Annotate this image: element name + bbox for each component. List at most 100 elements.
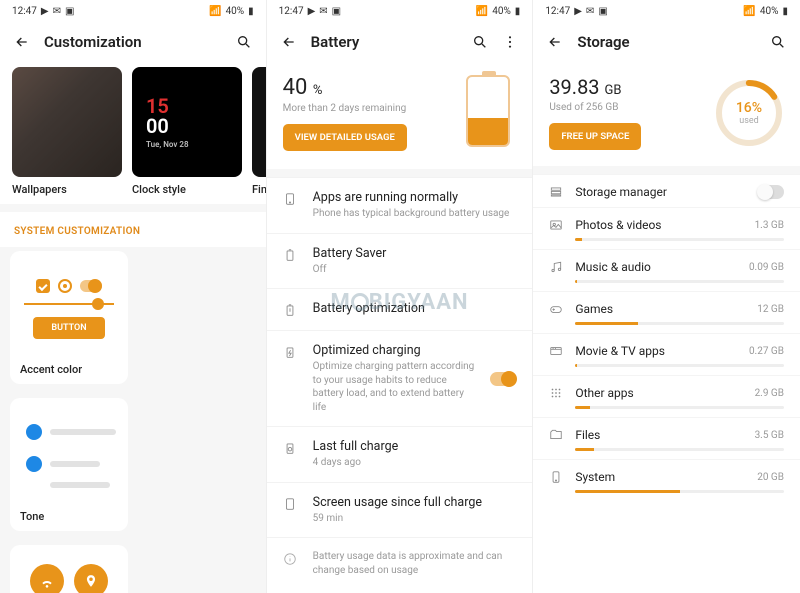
item-title: Photos & videos — [575, 218, 742, 232]
item-apps-normal[interactable]: Apps are running normally Phone has typic… — [267, 177, 533, 233]
header: Customization — [0, 23, 266, 67]
storage-ring: 16%used — [714, 78, 784, 148]
battery-percent: 40 % — [283, 75, 467, 100]
item-sub: Phone has typical background battery usa… — [313, 207, 517, 221]
screen-storage: 12:47▶✉▣ 📶40%▮ Storage 39.83 GB Used of … — [533, 0, 800, 593]
page-title: Customization — [44, 33, 222, 51]
item-sub: Battery usage data is approximate and ca… — [313, 550, 517, 577]
header: Battery — [267, 23, 533, 67]
storage-item[interactable]: Photos & videos1.3 GB — [533, 207, 800, 249]
toggle-switch[interactable] — [758, 185, 784, 199]
battery-fill — [468, 118, 508, 145]
storage-item[interactable]: Other apps2.9 GB — [533, 375, 800, 417]
switch-icon — [80, 280, 102, 292]
item-screen-usage[interactable]: Screen usage since full charge 59 min — [267, 482, 533, 538]
image-icon: ▣ — [598, 6, 607, 17]
item-size: 12 GB — [757, 304, 784, 315]
header: Storage — [533, 23, 800, 67]
free-up-space-button[interactable]: FREE UP SPACE — [549, 123, 641, 150]
radio-icon — [58, 279, 72, 293]
usage-bar-fill — [575, 490, 679, 493]
item-title: Battery Saver — [313, 246, 517, 261]
usage-bar — [575, 448, 784, 451]
tone-bar — [50, 461, 100, 467]
back-icon[interactable] — [14, 34, 30, 50]
item-sub: 59 min — [313, 512, 517, 526]
app-icon — [283, 190, 299, 206]
storage-item[interactable]: Files3.5 GB — [533, 417, 800, 459]
battery-remaining: More than 2 days remaining — [283, 103, 467, 114]
item-battery-optimization[interactable]: Battery optimization — [267, 288, 533, 330]
info-icon — [283, 550, 299, 566]
view-detailed-usage-button[interactable]: VIEW DETAILED USAGE — [283, 124, 407, 151]
optimization-icon — [283, 301, 299, 317]
pct-unit: % — [313, 83, 323, 98]
usage-bar — [575, 490, 784, 493]
card-tone[interactable]: Tone — [10, 398, 128, 531]
category-icon — [549, 302, 563, 316]
storage-used: 39.83 GB — [549, 75, 714, 99]
clock-thumb: 15 00 Tue, Nov 28 — [132, 67, 242, 177]
tone-bar — [50, 482, 110, 488]
manager-icon — [549, 185, 563, 199]
location-icon — [74, 564, 108, 593]
checkbox-icon — [36, 279, 50, 293]
item-storage-manager[interactable]: Storage manager — [533, 174, 800, 207]
screen-battery: 12:47▶✉▣ 📶40%▮ Battery 40 % More than 2 … — [267, 0, 534, 593]
item-size: 2.9 GB — [755, 388, 784, 399]
item-optimized-charging[interactable]: Optimized chargingOptimize charging patt… — [267, 330, 533, 426]
item-title: Screen usage since full charge — [313, 495, 517, 510]
toggle-switch[interactable] — [490, 372, 516, 386]
storage-item[interactable]: Games 12 GB — [533, 291, 800, 333]
wallpaper-thumb — [12, 67, 122, 177]
category-icon — [549, 386, 563, 400]
storage-total: Used of 256 GB — [549, 102, 714, 113]
battery-icon: ▮ — [248, 6, 254, 17]
card-system-icons[interactable]: System icons — [10, 545, 128, 593]
storage-summary: 39.83 GB Used of 256 GB FREE UP SPACE 16… — [533, 67, 800, 166]
category-icon — [549, 218, 563, 232]
battery-pct: 40% — [760, 6, 779, 17]
section-label: SYSTEM CUSTOMIZATION — [0, 212, 266, 247]
card-accent-color[interactable]: BUTTON Accent color — [10, 251, 128, 384]
clock-hour: 15 — [146, 96, 169, 116]
tile-wallpapers[interactable]: Wallpapers — [12, 67, 122, 196]
item-title: Games — [575, 302, 745, 316]
more-icon[interactable] — [502, 34, 518, 50]
item-battery-saver[interactable]: Battery Saver Off — [267, 233, 533, 289]
item-title: Apps are running normally — [313, 190, 517, 205]
item-sub: 4 days ago — [313, 456, 517, 470]
customization-tiles: Wallpapers 15 00 Tue, Nov 28 Clock style… — [0, 67, 266, 204]
video-icon: ▶ — [574, 6, 582, 17]
item-title: Optimized charging — [313, 343, 477, 358]
back-icon[interactable] — [281, 34, 297, 50]
history-icon — [283, 439, 299, 455]
tone-dot-icon — [26, 456, 42, 472]
usage-bar — [575, 364, 784, 367]
item-title: Storage manager — [575, 185, 746, 199]
category-icon — [549, 470, 563, 484]
battery-pct: 40% — [492, 6, 511, 17]
tile-label: Wallpapers — [12, 183, 122, 196]
usage-bar — [575, 406, 784, 409]
tile-fingerprint[interactable]: Fingerprint — [252, 67, 266, 196]
search-icon[interactable] — [472, 34, 488, 50]
item-last-full-charge[interactable]: Last full charge 4 days ago — [267, 426, 533, 482]
storage-item[interactable]: Music & audio0.09 GB — [533, 249, 800, 291]
storage-item[interactable]: System20 GB — [533, 459, 800, 501]
item-sub: Off — [313, 263, 517, 277]
slider-icon — [24, 303, 114, 305]
screen-icon — [283, 495, 299, 511]
usage-bar — [575, 238, 784, 241]
usage-bar — [575, 322, 784, 325]
search-icon[interactable] — [236, 34, 252, 50]
usage-bar-fill — [575, 280, 577, 283]
back-icon[interactable] — [547, 34, 563, 50]
tone-bar — [50, 429, 116, 435]
status-time: 12:47 — [545, 6, 570, 17]
tile-clock-style[interactable]: 15 00 Tue, Nov 28 Clock style — [132, 67, 242, 196]
category-icon — [549, 428, 563, 442]
item-title: Last full charge — [313, 439, 517, 454]
storage-item[interactable]: Movie & TV apps0.27 GB — [533, 333, 800, 375]
search-icon[interactable] — [770, 34, 786, 50]
